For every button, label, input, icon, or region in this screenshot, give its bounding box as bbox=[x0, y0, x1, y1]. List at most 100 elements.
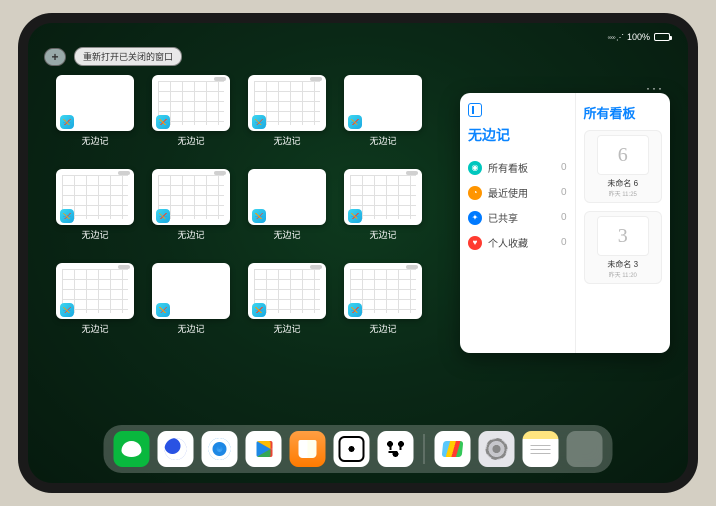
window-label: 无边记 bbox=[81, 322, 108, 335]
window-label: 无边记 bbox=[273, 134, 300, 147]
dock-app-wechat[interactable] bbox=[114, 431, 150, 467]
freeform-app-icon bbox=[60, 303, 74, 317]
board-name: 未命名 3 bbox=[607, 259, 638, 270]
panel-title: 无边记 bbox=[468, 125, 567, 145]
window-thumbnail bbox=[248, 75, 326, 131]
window-card[interactable]: 无边记 bbox=[152, 263, 230, 343]
sidebar-item-所有看板[interactable]: ◉ 所有看板 0 bbox=[468, 155, 567, 180]
window-thumbnail bbox=[56, 75, 134, 131]
board-date: 昨天 11:20 bbox=[609, 270, 637, 279]
sidebar-item-label: 已共享 bbox=[488, 210, 518, 225]
dock-app-dots[interactable] bbox=[378, 431, 414, 467]
window-thumbnail bbox=[248, 263, 326, 319]
board-card[interactable]: 6 未命名 6昨天 11:25 bbox=[584, 130, 663, 203]
reopen-closed-window-button[interactable]: 重新打开已关闭的窗口 bbox=[74, 47, 182, 66]
window-card[interactable]: 无边记 bbox=[56, 169, 134, 249]
window-card[interactable]: 无边记 bbox=[248, 263, 326, 343]
dock-app-dice[interactable] bbox=[334, 431, 370, 467]
window-label: 无边记 bbox=[369, 322, 396, 335]
freeform-panel: ··· 无边记 ◉所有看板0◔最近使用0✦已共享0♥个人收藏0 所有看板 6未命… bbox=[460, 93, 670, 353]
window-label: 无边记 bbox=[177, 134, 204, 147]
freeform-app-icon bbox=[156, 209, 170, 223]
freeform-app-icon bbox=[252, 209, 266, 223]
freeform-app-icon bbox=[348, 115, 362, 129]
window-card[interactable]: 无边记 bbox=[344, 263, 422, 343]
window-card[interactable]: 无边记 bbox=[248, 75, 326, 155]
panel-sidebar: 无边记 ◉ 所有看板 0 ◔ 最近使用 0 ✦ 已共享 0 ♥ 个人收藏 0 bbox=[460, 93, 576, 353]
board-name: 未命名 6 bbox=[607, 178, 638, 189]
window-thumbnail bbox=[152, 263, 230, 319]
dock-app-books[interactable] bbox=[290, 431, 326, 467]
freeform-app-icon bbox=[348, 303, 362, 317]
freeform-app-icon bbox=[348, 209, 362, 223]
dock-separator bbox=[424, 434, 425, 464]
window-card[interactable]: 无边记 bbox=[56, 263, 134, 343]
board-card[interactable]: 3 未命名 3昨天 11:20 bbox=[584, 211, 663, 284]
category-icon: ◉ bbox=[468, 161, 482, 175]
dock-app-notes[interactable] bbox=[523, 431, 559, 467]
window-card[interactable]: 无边记 bbox=[152, 169, 230, 249]
battery-percent: 100% bbox=[627, 32, 650, 42]
freeform-app-icon bbox=[60, 115, 74, 129]
sidebar-item-个人收藏[interactable]: ♥ 个人收藏 0 bbox=[468, 230, 567, 255]
window-card[interactable]: 无边记 bbox=[344, 75, 422, 155]
dock-app-qqblue[interactable] bbox=[158, 431, 194, 467]
top-bar: + 重新打开已关闭的窗口 bbox=[44, 47, 182, 66]
panel-boards: 所有看板 6 未命名 6昨天 11:25 3 未命名 3昨天 11:20 bbox=[576, 93, 671, 353]
sidebar-item-label: 最近使用 bbox=[488, 185, 528, 200]
window-card[interactable]: 无边记 bbox=[152, 75, 230, 155]
window-label: 无边记 bbox=[81, 228, 108, 241]
dock-app-play[interactable] bbox=[246, 431, 282, 467]
new-window-button[interactable]: + bbox=[44, 48, 66, 66]
board-thumbnail: 3 bbox=[597, 216, 649, 256]
more-icon[interactable]: ··· bbox=[646, 81, 664, 95]
category-icon: ◔ bbox=[468, 186, 482, 200]
screen: ◦◦◦◦ ⋰ 100% + 重新打开已关闭的窗口 无边记无边记无边记无边记无边记… bbox=[28, 23, 688, 483]
window-label: 无边记 bbox=[369, 134, 396, 147]
sidebar-item-count: 0 bbox=[561, 212, 567, 223]
window-thumbnail bbox=[152, 169, 230, 225]
panel-right-title: 所有看板 bbox=[584, 103, 663, 122]
freeform-app-icon bbox=[252, 303, 266, 317]
window-thumbnail bbox=[344, 169, 422, 225]
freeform-app-icon bbox=[60, 209, 74, 223]
ipad-frame: ◦◦◦◦ ⋰ 100% + 重新打开已关闭的窗口 无边记无边记无边记无边记无边记… bbox=[18, 13, 698, 493]
sidebar-toggle-icon[interactable] bbox=[468, 103, 482, 117]
dock-app-freeform[interactable] bbox=[435, 431, 471, 467]
dock-app-browser[interactable] bbox=[202, 431, 238, 467]
sidebar-item-count: 0 bbox=[561, 237, 567, 248]
app-switcher-grid: 无边记无边记无边记无边记无边记无边记无边记无边记无边记无边记无边记无边记 bbox=[56, 75, 422, 343]
window-card[interactable]: 无边记 bbox=[56, 75, 134, 155]
sidebar-item-label: 个人收藏 bbox=[488, 235, 528, 250]
window-thumbnail bbox=[344, 75, 422, 131]
sidebar-item-已共享[interactable]: ✦ 已共享 0 bbox=[468, 205, 567, 230]
category-icon: ♥ bbox=[468, 236, 482, 250]
window-thumbnail bbox=[56, 169, 134, 225]
window-card[interactable]: 无边记 bbox=[248, 169, 326, 249]
window-label: 无边记 bbox=[369, 228, 396, 241]
freeform-app-icon bbox=[156, 303, 170, 317]
sidebar-item-count: 0 bbox=[561, 187, 567, 198]
board-thumbnail: 6 bbox=[597, 135, 649, 175]
dock-app-settings[interactable] bbox=[479, 431, 515, 467]
status-bar: ◦◦◦◦ ⋰ 100% bbox=[28, 29, 688, 45]
freeform-app-icon bbox=[156, 115, 170, 129]
category-icon: ✦ bbox=[468, 211, 482, 225]
wifi-icon: ◦◦◦◦ ⋰ bbox=[607, 33, 623, 42]
window-card[interactable]: 无边记 bbox=[344, 169, 422, 249]
window-thumbnail bbox=[152, 75, 230, 131]
window-label: 无边记 bbox=[177, 228, 204, 241]
window-thumbnail bbox=[56, 263, 134, 319]
sidebar-item-count: 0 bbox=[561, 162, 567, 173]
window-thumbnail bbox=[344, 263, 422, 319]
window-label: 无边记 bbox=[177, 322, 204, 335]
battery-icon bbox=[654, 33, 670, 41]
dock-app-folder[interactable] bbox=[567, 431, 603, 467]
freeform-app-icon bbox=[252, 115, 266, 129]
dock bbox=[104, 425, 613, 473]
sidebar-item-label: 所有看板 bbox=[488, 160, 528, 175]
window-thumbnail bbox=[248, 169, 326, 225]
board-date: 昨天 11:25 bbox=[609, 189, 637, 198]
window-label: 无边记 bbox=[273, 322, 300, 335]
sidebar-item-最近使用[interactable]: ◔ 最近使用 0 bbox=[468, 180, 567, 205]
